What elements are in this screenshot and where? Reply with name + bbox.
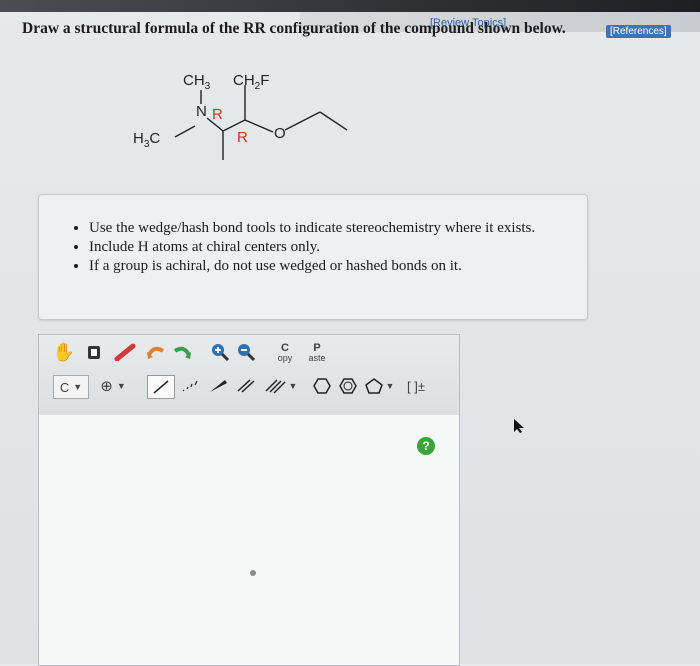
cyclohexane-button[interactable] [309,375,335,397]
redo-icon [173,346,191,359]
single-bond-icon [153,380,169,394]
instruction-item: Include H atoms at chiral centers only. [89,238,587,257]
chevron-down-icon: ▼ [288,381,298,391]
zoom-in-button[interactable] [209,341,231,363]
triple-bond-button[interactable]: ▼ [261,375,301,397]
bracket-label: [ ]± [407,378,425,394]
instruction-item: Use the wedge/hash bond tools to indicat… [89,219,587,238]
eraser-icon [114,343,136,361]
editor-toolbar: ✋ C opy P aste C ▼ ⊕ ▼ ▼ ▼ []± [39,335,459,416]
pentagon-icon [364,378,383,394]
instruction-item: If a group is achiral, do not use wedged… [89,257,587,276]
question-prompt: Draw a structural formula of the RR conf… [22,20,566,37]
charge-tool-button[interactable]: ⊕ ▼ [95,375,131,397]
element-label: C [59,379,70,395]
element-selector[interactable]: C ▼ [53,375,89,399]
eraser-button[interactable] [113,341,137,363]
stereo-r2-label: R [237,129,248,146]
lasso-tool-button[interactable] [83,341,105,363]
bond-h3c-n [174,125,196,138]
benzene-button[interactable] [335,375,361,397]
double-bond-button[interactable] [233,375,259,397]
paste-label-bottom: aste [308,353,326,363]
chevron-down-icon: ▼ [116,381,126,391]
hash-bond-button[interactable] [177,375,203,397]
instructions-box: Use the wedge/hash bond tools to indicat… [38,194,588,320]
charge-plus-icon: ⊕ [100,378,113,395]
ch2f-label: CH2F [233,72,269,92]
undo-icon [147,346,165,359]
paste-button[interactable]: P aste [303,339,331,367]
bond-o-ethyl [284,111,321,131]
zoom-in-icon [212,344,230,362]
help-button[interactable]: ? [417,437,435,455]
undo-button[interactable] [145,341,167,363]
benzene-icon [339,378,357,394]
references-link[interactable]: [References] [606,25,671,38]
paste-label-top: P [313,342,321,354]
ch3-label: CH3 [183,72,211,92]
mouse-cursor-icon [514,419,524,433]
drawing-canvas[interactable]: ? [39,415,459,665]
bracket-tool-button[interactable]: [ ]± [401,375,431,397]
hexagon-icon [313,378,331,394]
chevron-down-icon: ▼ [385,381,395,391]
top-window-bar [0,0,700,12]
copy-button[interactable]: C opy [271,339,299,367]
copy-label-bottom: opy [277,353,293,363]
o-label: O [274,125,286,142]
chevron-down-icon: ▼ [73,382,83,392]
stereo-r1-label: R [212,106,223,123]
bond-ethyl [319,111,348,131]
double-bond-icon [237,379,255,393]
lasso-icon [88,346,100,359]
hash-bond-icon [182,380,198,392]
zoom-out-button[interactable] [235,341,257,363]
cyclopentane-button[interactable]: ▼ [361,375,397,397]
redo-button[interactable] [171,341,193,363]
zoom-out-icon [238,344,256,362]
hand-icon: ✋ [52,341,76,362]
n-label: N [196,103,207,120]
single-bond-button[interactable] [147,375,175,399]
wedge-bond-button[interactable] [205,375,231,397]
h3c-label: H3C [133,130,160,150]
canvas-dot [250,570,256,576]
structure-editor: ✋ C opy P aste C ▼ ⊕ ▼ ▼ ▼ []± ? [38,334,460,666]
hand-tool-button[interactable]: ✋ [53,341,75,363]
wedge-bond-icon [210,380,227,392]
molecule-structure: CH3 CH2F N R R O H3C [133,72,348,160]
copy-label-top: C [281,342,289,354]
triple-bond-icon [265,379,286,394]
bond-c2-o [244,119,274,133]
